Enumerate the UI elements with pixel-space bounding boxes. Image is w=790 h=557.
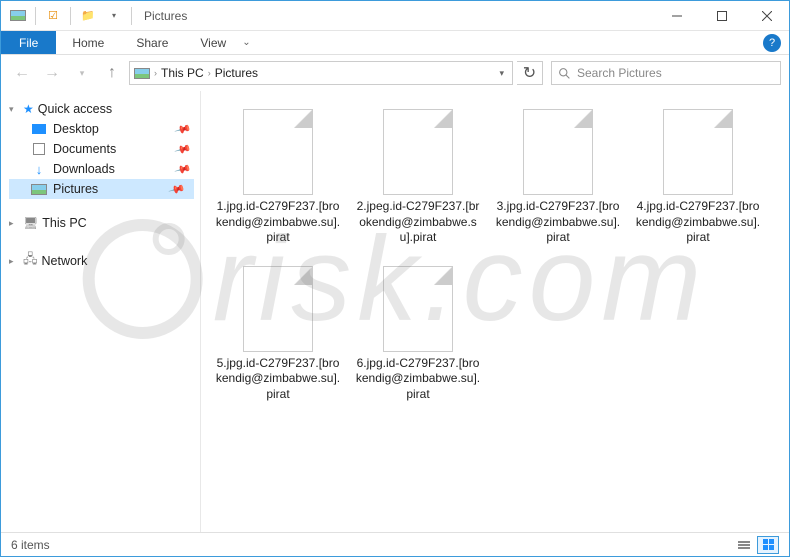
minimize-button[interactable] — [654, 1, 699, 30]
file-item[interactable]: 6.jpg.id-C279F237.[brokendig@zimbabwe.su… — [353, 266, 483, 403]
ribbon: File Home Share View ⌄ ? — [1, 31, 789, 55]
body: ▾ ★ Quick access Desktop 📌 Documents 📌 ↓… — [1, 91, 789, 532]
sidebar-item-label: Downloads — [53, 162, 115, 176]
sidebar-item-desktop[interactable]: Desktop 📌 — [9, 119, 200, 139]
file-item[interactable]: 4.jpg.id-C279F237.[brokendig@zimbabwe.su… — [633, 109, 763, 246]
file-icon — [383, 266, 453, 352]
recent-dropdown-icon[interactable]: ▾ — [69, 60, 95, 86]
item-count: 6 items — [11, 538, 50, 552]
file-icon — [383, 109, 453, 195]
file-item[interactable]: 5.jpg.id-C279F237.[brokendig@zimbabwe.su… — [213, 266, 343, 403]
breadcrumb[interactable]: Pictures — [215, 66, 258, 80]
file-name: 1.jpg.id-C279F237.[brokendig@zimbabwe.su… — [214, 199, 342, 246]
file-icon — [523, 109, 593, 195]
details-view-button[interactable] — [733, 536, 755, 554]
explorer-window: ☑ 📁 ▾ Pictures File Home Share View ⌄ ? … — [0, 0, 790, 557]
properties-icon[interactable]: ☑ — [42, 7, 64, 25]
sidebar-label: Quick access — [38, 102, 112, 116]
help-icon[interactable]: ? — [763, 34, 781, 52]
maximize-button[interactable] — [699, 1, 744, 30]
file-name: 5.jpg.id-C279F237.[brokendig@zimbabwe.su… — [214, 356, 342, 403]
chevron-right-icon[interactable]: › — [154, 68, 157, 78]
file-item[interactable]: 2.jpeg.id-C279F237.[brokendig@zimbabwe.s… — [353, 109, 483, 246]
file-item[interactable]: 3.jpg.id-C279F237.[brokendig@zimbabwe.su… — [493, 109, 623, 246]
search-icon — [558, 67, 571, 80]
network-icon: 🖧 — [23, 250, 38, 272]
sidebar-item-downloads[interactable]: ↓ Downloads 📌 — [9, 159, 200, 179]
status-bar: 6 items — [1, 532, 789, 556]
address-bar[interactable]: › This PC › Pictures ▾ — [129, 61, 513, 85]
address-dropdown-icon[interactable]: ▾ — [495, 68, 508, 79]
star-icon: ★ — [23, 102, 34, 116]
tab-file[interactable]: File — [1, 31, 56, 54]
window-title: Pictures — [144, 9, 187, 23]
pin-icon: 📌 — [174, 140, 192, 158]
sidebar-item-label: Desktop — [53, 122, 99, 136]
file-item[interactable]: 1.jpg.id-C279F237.[brokendig@zimbabwe.su… — [213, 109, 343, 246]
file-name: 3.jpg.id-C279F237.[brokendig@zimbabwe.su… — [494, 199, 622, 246]
close-button[interactable] — [744, 1, 789, 30]
navigation-bar: ← → ▾ ↑ › This PC › Pictures ▾ ↻ Search … — [1, 55, 789, 91]
sidebar-quick-access[interactable]: ▾ ★ Quick access — [9, 99, 200, 119]
refresh-button[interactable]: ↻ — [517, 61, 543, 85]
document-icon — [31, 142, 47, 156]
pin-icon: 📌 — [168, 180, 186, 198]
separator — [70, 7, 71, 25]
up-button[interactable]: ↑ — [99, 60, 125, 86]
file-icon — [243, 109, 313, 195]
view-buttons — [733, 536, 779, 554]
quick-access-toolbar: ☑ 📁 ▾ — [1, 7, 134, 25]
window-controls — [654, 1, 789, 30]
pictures-icon — [31, 182, 47, 196]
title-bar: ☑ 📁 ▾ Pictures — [1, 1, 789, 31]
sidebar-item-label: Documents — [53, 142, 116, 156]
file-icon — [243, 266, 313, 352]
sidebar-this-pc[interactable]: ▸ 🖥 This PC — [9, 213, 200, 233]
sidebar-label: Network — [42, 254, 88, 268]
sidebar-label: This PC — [42, 216, 86, 230]
separator — [35, 7, 36, 25]
icons-view-button[interactable] — [757, 536, 779, 554]
separator — [131, 7, 132, 25]
desktop-icon — [31, 122, 47, 136]
computer-icon: 🖥 — [23, 216, 38, 230]
location-icon — [134, 66, 150, 80]
tab-home[interactable]: Home — [56, 31, 120, 54]
sidebar-item-pictures[interactable]: Pictures 📌 — [9, 179, 194, 199]
pin-icon: 📌 — [174, 160, 192, 178]
chevron-down-icon[interactable]: ▾ — [9, 104, 19, 115]
sidebar-item-label: Pictures — [53, 182, 98, 196]
file-name: 6.jpg.id-C279F237.[brokendig@zimbabwe.su… — [354, 356, 482, 403]
sidebar-item-documents[interactable]: Documents 📌 — [9, 139, 200, 159]
ribbon-expand-icon[interactable]: ⌄ — [242, 37, 250, 48]
file-name: 4.jpg.id-C279F237.[brokendig@zimbabwe.su… — [634, 199, 762, 246]
file-name: 2.jpeg.id-C279F237.[brokendig@zimbabwe.s… — [354, 199, 482, 246]
search-placeholder: Search Pictures — [577, 66, 662, 80]
pin-icon: 📌 — [174, 120, 192, 138]
back-button[interactable]: ← — [9, 60, 35, 86]
tab-share[interactable]: Share — [120, 31, 184, 54]
breadcrumb[interactable]: This PC — [161, 66, 204, 80]
app-icon — [7, 7, 29, 25]
chevron-right-icon[interactable]: ▸ — [9, 256, 19, 267]
navigation-pane: ▾ ★ Quick access Desktop 📌 Documents 📌 ↓… — [1, 91, 201, 532]
search-input[interactable]: Search Pictures — [551, 61, 781, 85]
file-list[interactable]: 1.jpg.id-C279F237.[brokendig@zimbabwe.su… — [201, 91, 789, 532]
forward-button[interactable]: → — [39, 60, 65, 86]
chevron-right-icon[interactable]: ▸ — [9, 218, 19, 229]
sidebar-network[interactable]: ▸ 🖧 Network — [9, 247, 200, 275]
tab-view[interactable]: View — [184, 31, 242, 54]
download-icon: ↓ — [31, 162, 47, 176]
qat-dropdown-icon[interactable]: ▾ — [103, 7, 125, 25]
chevron-right-icon[interactable]: › — [208, 68, 211, 78]
file-icon — [663, 109, 733, 195]
new-folder-icon[interactable]: 📁 — [77, 7, 99, 25]
